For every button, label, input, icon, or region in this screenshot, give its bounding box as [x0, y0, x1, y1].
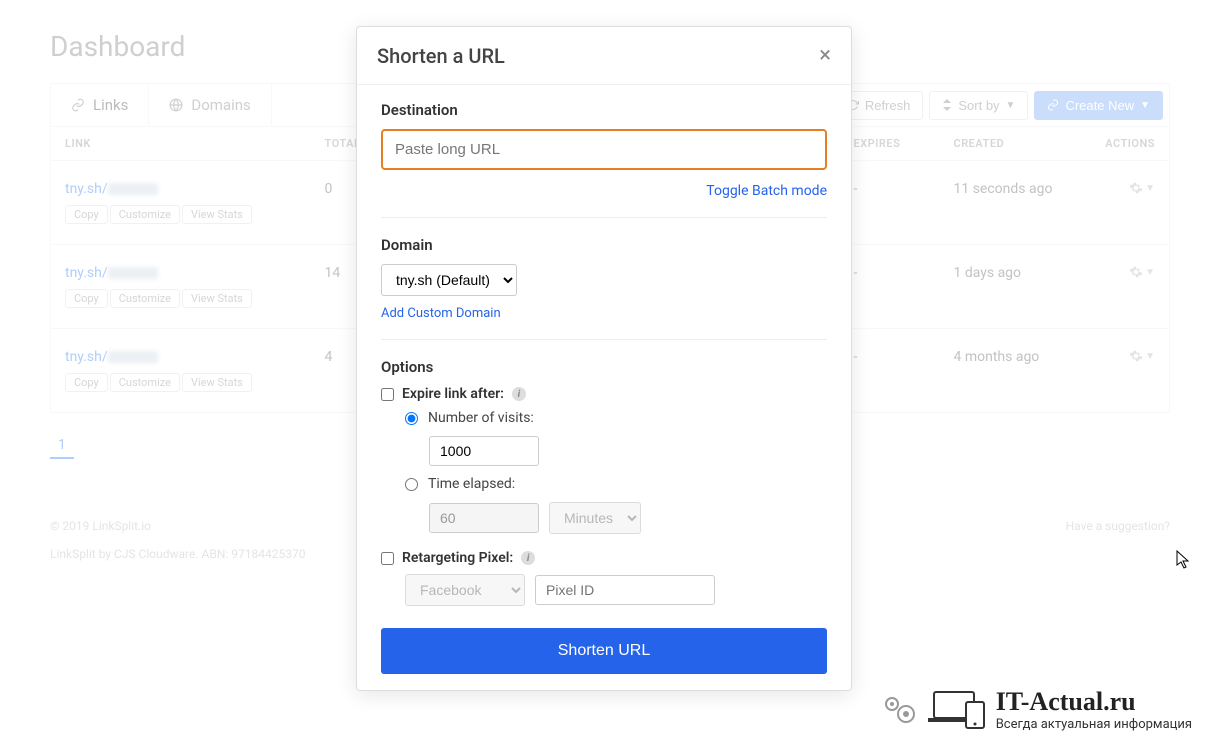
visits-input[interactable]	[429, 436, 539, 466]
close-icon[interactable]: ×	[819, 43, 831, 68]
domain-label: Domain	[381, 236, 827, 254]
time-radio[interactable]	[405, 478, 418, 491]
visits-label: Number of visits:	[428, 410, 534, 426]
retarget-label: Retargeting Pixel:	[402, 550, 513, 566]
options-label: Options	[381, 358, 827, 376]
watermark-sub: Всегда актуальная информация	[996, 717, 1192, 732]
destination-label: Destination	[381, 101, 827, 119]
destination-input[interactable]	[381, 129, 827, 170]
gears-icon	[880, 690, 920, 730]
modal-body: Destination Toggle Batch mode Domain tny…	[357, 85, 851, 690]
watermark: IT-Actual.ru Всегда актуальная информаци…	[880, 687, 1192, 732]
expire-checkbox[interactable]	[381, 388, 394, 401]
shorten-url-button[interactable]: Shorten URL	[381, 628, 827, 674]
modal-header: Shorten a URL ×	[357, 27, 851, 85]
devices-icon	[928, 688, 988, 732]
pixel-id-input[interactable]	[535, 575, 715, 605]
info-icon[interactable]: i	[521, 551, 535, 565]
time-input[interactable]	[429, 503, 539, 533]
shorten-url-modal: Shorten a URL × Destination Toggle Batch…	[356, 26, 852, 691]
domain-select[interactable]: tny.sh (Default)	[381, 264, 517, 296]
toggle-batch-mode[interactable]: Toggle Batch mode	[706, 183, 827, 199]
retarget-checkbox[interactable]	[381, 552, 394, 565]
add-custom-domain[interactable]: Add Custom Domain	[381, 306, 501, 321]
visits-radio[interactable]	[405, 412, 418, 425]
expire-label: Expire link after:	[402, 386, 504, 402]
modal-title: Shorten a URL	[377, 44, 505, 68]
cursor-icon	[1176, 550, 1192, 570]
time-label: Time elapsed:	[428, 476, 515, 492]
watermark-title: IT-Actual.ru	[996, 687, 1192, 717]
time-unit-select[interactable]: Minutes	[549, 502, 641, 534]
pixel-source-select[interactable]: Facebook	[405, 574, 525, 606]
info-icon[interactable]: i	[512, 387, 526, 401]
